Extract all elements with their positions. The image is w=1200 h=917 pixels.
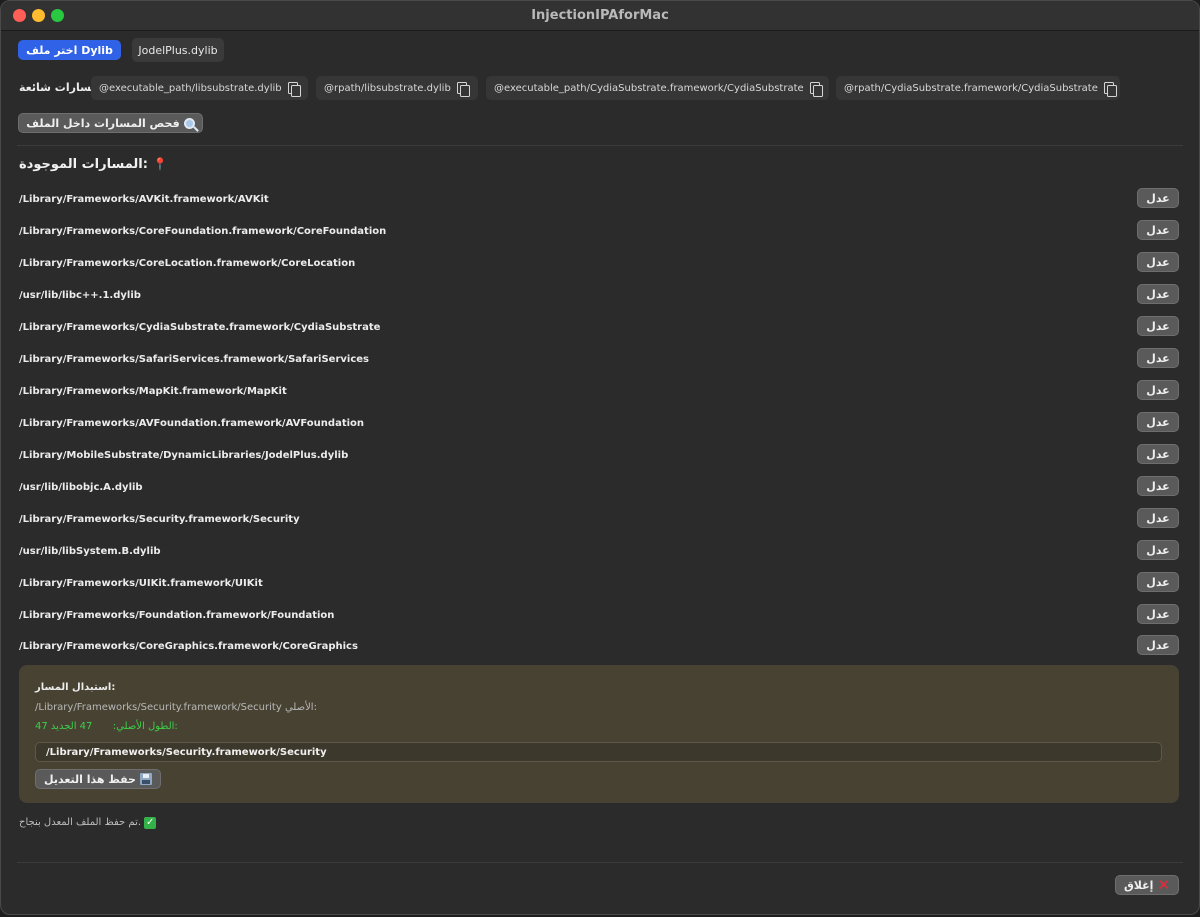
selected-file-chip[interactable]: JodelPlus.dylib — [132, 38, 224, 62]
common-paths-label: مسارات شائعة — [19, 81, 99, 94]
divider — [17, 145, 1183, 146]
path-row: /Library/Frameworks/CydiaSubstrate.frame… — [1, 313, 1199, 345]
original-path-value: /Library/Frameworks/Security.framework/S… — [35, 702, 282, 713]
title-bar: InjectionIPAforMac — [1, 1, 1199, 31]
edit-button[interactable]: عدل — [1137, 604, 1179, 624]
status-message: تم حفظ الملف المعدل بنجاح. — [19, 817, 142, 828]
edit-button[interactable]: عدل — [1137, 348, 1179, 368]
path-text: /Library/Frameworks/SafariServices.frame… — [19, 354, 369, 365]
original-label: الأصلي: — [284, 702, 317, 713]
edit-button[interactable]: عدل — [1137, 572, 1179, 592]
path-row: /usr/lib/libc++.1.dylib عدل — [1, 281, 1199, 313]
status-line: تم حفظ الملف المعدل بنجاح. ✓ — [19, 817, 157, 829]
window-title: InjectionIPAforMac — [531, 8, 669, 23]
edit-button[interactable]: عدل — [1137, 444, 1179, 464]
path-text: /Library/Frameworks/CoreLocation.framewo… — [19, 258, 356, 269]
path-row: /Library/Frameworks/CoreFoundation.frame… — [1, 217, 1199, 249]
path-text: /usr/lib/libobjc.A.dylib — [19, 482, 143, 493]
path-text: /Library/Frameworks/AVFoundation.framewo… — [19, 418, 365, 429]
edit-button[interactable]: عدل — [1137, 412, 1179, 432]
replace-path-panel: استبدال المسار: /Library/Frameworks/Secu… — [19, 665, 1179, 803]
choose-dylib-label: اختر ملف Dylib — [26, 43, 113, 57]
close-button[interactable]: إغلاق ✕ — [1115, 875, 1179, 895]
edit-button[interactable]: عدل — [1137, 635, 1179, 655]
path-row: /Library/Frameworks/SafariServices.frame… — [1, 345, 1199, 377]
save-edit-button[interactable]: حفظ هذا التعديل — [35, 769, 161, 789]
floppy-disk-icon — [139, 773, 152, 785]
magnifier-icon — [183, 117, 195, 129]
path-text: /Library/Frameworks/CoreFoundation.frame… — [19, 226, 387, 237]
edit-button[interactable]: عدل — [1137, 476, 1179, 496]
edit-button[interactable]: عدل — [1137, 284, 1179, 304]
path-row: /Library/Frameworks/AVFoundation.framewo… — [1, 409, 1199, 441]
path-row: /Library/Frameworks/Foundation.framework… — [1, 601, 1199, 633]
original-length-value: 47 — [35, 721, 48, 732]
path-text: /Library/Frameworks/Security.framework/S… — [19, 514, 300, 525]
path-text: /Library/Frameworks/UIKit.framework/UIKi… — [19, 578, 263, 589]
copy-icon[interactable] — [1103, 81, 1118, 97]
path-row: /Library/Frameworks/Security.framework/S… — [1, 505, 1199, 537]
common-path-text: @rpath/CydiaSubstrate.framework/CydiaSub… — [844, 82, 1098, 94]
path-row: /Library/MobileSubstrate/DynamicLibrarie… — [1, 441, 1199, 473]
path-text: /Library/Frameworks/MapKit.framework/Map… — [19, 386, 287, 397]
path-row: /Library/Frameworks/AVKit.framework/AVKi… — [1, 185, 1199, 217]
edit-button[interactable]: عدل — [1137, 508, 1179, 528]
edit-button[interactable]: عدل — [1137, 540, 1179, 560]
common-path-chip-3[interactable]: @rpath/CydiaSubstrate.framework/CydiaSub… — [836, 76, 1120, 100]
scan-paths-button[interactable]: فحص المسارات داخل الملف — [18, 113, 203, 133]
path-text: /Library/Frameworks/CydiaSubstrate.frame… — [19, 322, 381, 333]
new-length-value: 47 — [79, 721, 93, 732]
save-edit-label: حفظ هذا التعديل — [44, 772, 136, 786]
common-path-text: @rpath/libsubstrate.dylib — [324, 82, 451, 94]
path-row: /Library/Frameworks/CoreGraphics.framewo… — [1, 632, 1199, 664]
common-path-text: @executable_path/CydiaSubstrate.framewor… — [494, 82, 804, 94]
common-path-chip-2[interactable]: @executable_path/CydiaSubstrate.framewor… — [486, 76, 829, 100]
pin-icon: 📍 — [152, 157, 168, 171]
replace-title: استبدال المسار: — [35, 682, 116, 693]
path-text: /Library/Frameworks/AVKit.framework/AVKi… — [19, 194, 269, 205]
original-path-line: /Library/Frameworks/Security.framework/S… — [35, 702, 317, 713]
path-row: /usr/lib/libobjc.A.dylib عدل — [1, 473, 1199, 505]
close-label: إغلاق — [1123, 878, 1154, 892]
common-path-chip-1[interactable]: @rpath/libsubstrate.dylib — [316, 76, 478, 100]
path-text: /Library/Frameworks/CoreGraphics.framewo… — [19, 641, 358, 652]
check-icon: ✓ — [144, 817, 157, 829]
x-mark-icon: ✕ — [1157, 875, 1171, 894]
divider — [17, 862, 1183, 863]
edit-button[interactable]: عدل — [1137, 188, 1179, 208]
copy-icon[interactable] — [809, 81, 824, 97]
path-row: /Library/Frameworks/MapKit.framework/Map… — [1, 377, 1199, 409]
path-text: /Library/MobileSubstrate/DynamicLibrarie… — [19, 450, 349, 461]
path-row: /usr/lib/libSystem.B.dylib عدل — [1, 537, 1199, 569]
path-text: /Library/Frameworks/Foundation.framework… — [19, 610, 335, 621]
copy-icon[interactable] — [456, 81, 470, 97]
path-row: /Library/Frameworks/UIKit.framework/UIKi… — [1, 569, 1199, 601]
copy-icon[interactable] — [287, 81, 301, 97]
common-path-chip-0[interactable]: @executable_path/libsubstrate.dylib — [91, 76, 308, 100]
choose-dylib-button[interactable]: اختر ملف Dylib — [18, 40, 121, 60]
scan-paths-label: فحص المسارات داخل الملف — [26, 116, 180, 130]
original-length-label: الطول الأصلي: — [112, 721, 175, 732]
found-paths-title: المسارات الموجودة: 📍 — [19, 157, 168, 172]
length-line: 47 الطول الأصلي: 47 الجديد: — [35, 721, 178, 732]
path-text: /usr/lib/libc++.1.dylib — [19, 290, 141, 301]
selected-file-label: JodelPlus.dylib — [138, 43, 218, 57]
edit-button[interactable]: عدل — [1137, 220, 1179, 240]
edit-button[interactable]: عدل — [1137, 316, 1179, 336]
edit-button[interactable]: عدل — [1137, 252, 1179, 272]
path-text: /usr/lib/libSystem.B.dylib — [19, 546, 161, 557]
common-path-text: @executable_path/libsubstrate.dylib — [99, 82, 282, 94]
path-row: /Library/Frameworks/CoreLocation.framewo… — [1, 249, 1199, 281]
edit-button[interactable]: عدل — [1137, 380, 1179, 400]
new-path-input[interactable] — [35, 742, 1162, 762]
app-window: InjectionIPAforMac اختر ملف Dylib JodelP… — [0, 0, 1200, 915]
